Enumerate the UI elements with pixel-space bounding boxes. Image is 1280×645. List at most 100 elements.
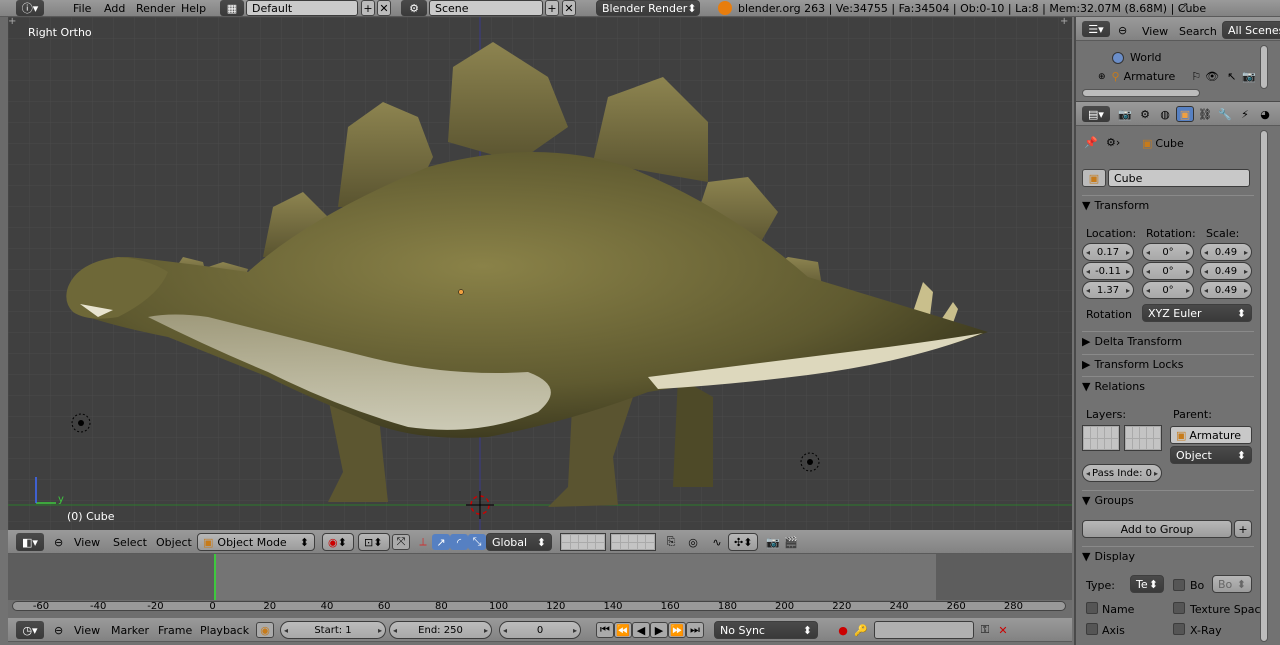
bounds-checkbox[interactable]	[1173, 579, 1185, 591]
timeline-menu-frame[interactable]: Frame	[158, 625, 192, 636]
tab-world-icon[interactable]: ◍	[1156, 106, 1174, 122]
properties-editor-icon[interactable]: ▤▾	[1082, 106, 1110, 122]
jump-prev-key-icon[interactable]: ⏪	[614, 622, 632, 638]
orientation-select[interactable]: Global ⬍	[486, 533, 552, 551]
screen-layout-icon[interactable]: ▦	[220, 0, 244, 16]
snap-toggle-icon[interactable]: ∿	[708, 534, 726, 550]
proportional-edit-icon[interactable]: ◎	[684, 534, 702, 550]
add-group-plus-icon[interactable]: +	[1234, 520, 1252, 538]
viewport-split-handle-left[interactable]: +	[8, 17, 16, 27]
add-layout-icon[interactable]: +	[361, 0, 375, 16]
tab-modifiers-icon[interactable]: 🔧	[1216, 106, 1234, 122]
timeline-playhead[interactable]	[214, 554, 216, 600]
play-reverse-icon[interactable]: ◀	[632, 622, 650, 638]
rotation-z-field[interactable]: 0°	[1142, 281, 1194, 299]
tab-scene-icon[interactable]: ⚙	[1136, 106, 1154, 122]
screen-layout-field[interactable]: Default	[246, 0, 358, 16]
outliner-scrollbar[interactable]	[1082, 89, 1200, 97]
object-layers-b[interactable]	[1124, 425, 1162, 451]
keying-set-icon[interactable]: 🔑	[852, 622, 870, 638]
groups-panel-header[interactable]: ▼ Groups	[1082, 490, 1254, 510]
manipulator-toggle-icon[interactable]: ⤧	[392, 534, 410, 550]
editor-type-icon[interactable]: ◧▾	[16, 533, 44, 551]
menu-help[interactable]: Help	[181, 3, 206, 14]
snap-element-select[interactable]: ✣⬍	[728, 533, 758, 551]
outliner-vscrollbar[interactable]	[1260, 45, 1268, 89]
outliner-collapse-icon[interactable]: ⊖	[1118, 25, 1127, 36]
xray-checkbox[interactable]	[1173, 623, 1185, 635]
start-frame-field[interactable]: Start: 1	[280, 621, 386, 639]
location-y-field[interactable]: -0.11	[1082, 262, 1134, 280]
viewport-shading-select[interactable]: ◉ ⬍	[322, 533, 354, 551]
display-panel-header[interactable]: ▼ Display	[1082, 546, 1254, 566]
jump-end-icon[interactable]: ⏭	[686, 622, 704, 638]
scene-icon[interactable]: ⚙	[401, 0, 427, 16]
render-still-icon[interactable]: 📷	[764, 534, 782, 550]
view3d-menu-select[interactable]: Select	[113, 537, 147, 548]
display-type-select[interactable]: Te ⬍	[1130, 575, 1164, 593]
outliner-editor-icon[interactable]: ☰▾	[1082, 21, 1110, 37]
menu-add[interactable]: Add	[104, 3, 125, 14]
outliner-display-filter[interactable]: All Scenes	[1222, 21, 1280, 39]
name-checkbox[interactable]	[1086, 602, 1098, 614]
rotate-icon[interactable]: ◜	[450, 534, 468, 550]
render-engine-select[interactable]: Blender Render ⬍	[596, 0, 700, 16]
viewport-split-handle-right[interactable]: +	[1060, 17, 1068, 27]
pin-icon[interactable]: 📌	[1084, 136, 1098, 149]
3d-viewport[interactable]: Right Ortho y (0) Cube + +	[8, 17, 1072, 530]
bounds-type-select[interactable]: Bo ⬍	[1212, 575, 1252, 593]
parent-type-select[interactable]: Object ⬍	[1170, 446, 1252, 464]
end-frame-field[interactable]: End: 250	[389, 621, 492, 639]
timeline-area[interactable]: -60 -40 -20 0 20 40 60 80 100 120 140 160 180 200 220 2…	[8, 554, 1072, 618]
keying-set-field[interactable]	[874, 621, 974, 639]
outliner-item-armature[interactable]: ⊕ ⚲ Armature ⚐ 👁 ↖ 📷	[1098, 70, 1256, 83]
location-x-field[interactable]: 0.17	[1082, 243, 1134, 261]
auto-keying-icon[interactable]: ●	[834, 622, 852, 638]
rotation-x-field[interactable]: 0°	[1142, 243, 1194, 261]
timeline-menu-playback[interactable]: Playback	[200, 625, 249, 636]
add-to-group-button[interactable]: Add to Group	[1082, 520, 1232, 538]
outliner-item-world[interactable]: World	[1112, 51, 1162, 64]
timeline-editor-icon[interactable]: ◷▾	[16, 621, 44, 639]
scale-y-field[interactable]: 0.49	[1200, 262, 1252, 280]
axis-checkbox[interactable]	[1086, 623, 1098, 635]
outliner-menu-view[interactable]: View	[1142, 26, 1168, 37]
delete-keyframe-icon[interactable]: ✕	[994, 622, 1012, 638]
render-camera-icon[interactable]: 📷	[1242, 70, 1256, 83]
location-z-field[interactable]: 1.37	[1082, 281, 1134, 299]
relations-panel-header[interactable]: ▼ Relations	[1082, 376, 1254, 396]
render-animation-icon[interactable]: 🎬	[782, 534, 800, 550]
jump-start-icon[interactable]: ⏮	[596, 622, 614, 638]
timeline-menu-marker[interactable]: Marker	[111, 625, 149, 636]
scene-layers-b[interactable]	[610, 533, 656, 551]
delta-transform-panel-header[interactable]: ▶ Delta Transform	[1082, 331, 1254, 351]
rotation-y-field[interactable]: 0°	[1142, 262, 1194, 280]
scene-field[interactable]: Scene	[429, 0, 543, 16]
menu-file[interactable]: File	[73, 3, 91, 14]
insert-keyframe-icon[interactable]: ⚿	[976, 622, 994, 638]
texture-space-checkbox[interactable]	[1173, 602, 1185, 614]
visibility-eye-icon[interactable]: 👁	[1205, 70, 1219, 83]
scene-layers-a[interactable]	[560, 533, 606, 551]
tab-object-icon[interactable]: ▣	[1176, 106, 1194, 122]
tab-material-icon[interactable]: ◕	[1256, 106, 1274, 122]
add-scene-icon[interactable]: +	[545, 0, 559, 16]
tab-constraints-icon[interactable]: ⛓	[1196, 106, 1214, 122]
tab-data-icon[interactable]: ⚡	[1236, 106, 1254, 122]
scale-icon[interactable]: ⤡	[468, 534, 486, 550]
menu-render[interactable]: Render	[136, 3, 175, 14]
scale-x-field[interactable]: 0.49	[1200, 243, 1252, 261]
preview-range-icon[interactable]: ◉	[256, 622, 274, 638]
close-layout-icon[interactable]: ✕	[377, 0, 391, 16]
expand-icon[interactable]: ⊕	[1098, 72, 1106, 82]
parent-field[interactable]: ▣ Armature	[1170, 426, 1252, 444]
timeline-collapse-icon[interactable]: ⊖	[54, 625, 63, 636]
translate-icon[interactable]: ↗	[432, 534, 450, 550]
view3d-menu-object[interactable]: Object	[156, 537, 192, 548]
timeline-menu-view[interactable]: View	[74, 625, 100, 636]
collapse-menu-icon[interactable]: ⊖	[54, 537, 63, 548]
select-arrow-icon[interactable]: ↖	[1227, 70, 1236, 83]
close-scene-icon[interactable]: ✕	[562, 0, 576, 16]
outliner-menu-search[interactable]: Search	[1179, 26, 1217, 37]
object-layers-a[interactable]	[1082, 425, 1120, 451]
